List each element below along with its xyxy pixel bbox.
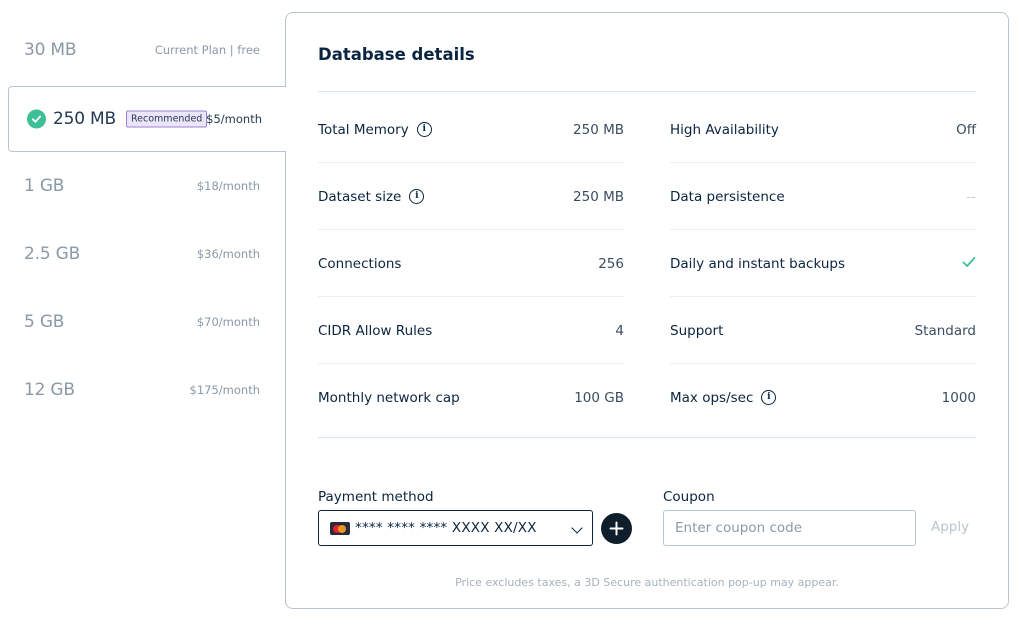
detail-label: Total Memory i: [318, 122, 432, 138]
recommended-badge: Recommended: [126, 110, 208, 128]
apply-coupon-button[interactable]: Apply: [931, 519, 969, 535]
detail-value: --: [966, 188, 976, 205]
plan-option-30mb[interactable]: 30 MB Current Plan | free: [8, 17, 286, 83]
coupon-label: Coupon: [663, 489, 715, 505]
panel-title: Database details: [318, 45, 475, 64]
detail-value: 100 GB: [574, 389, 624, 406]
detail-label: Daily and instant backups: [670, 256, 845, 272]
detail-row-dataset-size: Dataset size i 250 MB: [318, 163, 624, 230]
detail-value: Off: [956, 121, 976, 138]
detail-label-text: Total Memory: [318, 121, 409, 138]
detail-row-high-availability: High Availability Off: [670, 96, 976, 163]
detail-label-text: Monthly network cap: [318, 389, 460, 406]
detail-value: 1000: [941, 389, 976, 406]
info-icon[interactable]: i: [409, 189, 425, 204]
detail-value: 4: [615, 322, 624, 339]
add-payment-method-button[interactable]: [601, 513, 632, 544]
plus-icon: [609, 521, 624, 536]
plan-option-1gb[interactable]: 1 GB $18/month: [8, 153, 286, 219]
checkmark-icon: [962, 256, 976, 272]
detail-label: Dataset size i: [318, 188, 425, 205]
info-icon[interactable]: i: [416, 122, 432, 137]
divider: [318, 91, 976, 92]
detail-label-text: Dataset size: [318, 188, 402, 205]
chevron-down-icon: [571, 522, 583, 534]
detail-label-text: Daily and instant backups: [670, 255, 846, 272]
detail-row-max-ops: Max ops/sec i 1000: [670, 364, 976, 431]
detail-row-network-cap: Monthly network cap 100 GB: [318, 364, 624, 431]
info-icon[interactable]: i: [761, 390, 777, 405]
detail-label: Data persistence: [670, 189, 785, 205]
plan-price: $18/month: [196, 179, 260, 193]
check-circle-icon: [27, 109, 46, 129]
detail-value: 250 MB: [573, 121, 624, 138]
detail-label-text: Max ops/sec: [670, 389, 754, 406]
detail-label: Connections: [318, 256, 401, 272]
detail-label: Max ops/sec i: [670, 389, 777, 406]
plan-price: Current Plan | free: [154, 43, 260, 57]
credit-card-icon: [330, 522, 350, 535]
plan-size: 5 GB: [24, 312, 65, 332]
detail-label: Support: [670, 323, 723, 339]
detail-label-text: Connections: [318, 255, 402, 272]
coupon-input[interactable]: [663, 510, 916, 546]
detail-row-total-memory: Total Memory i 250 MB: [318, 96, 624, 163]
plan-price: $5/month: [206, 112, 262, 126]
payment-method-value: **** **** **** XXXX XX/XX: [355, 520, 537, 536]
plan-price: $36/month: [196, 247, 260, 261]
plan-option-12gb[interactable]: 12 GB $175/month: [8, 357, 286, 423]
detail-label-text: Support: [670, 322, 724, 339]
tax-note: Price excludes taxes, a 3D Secure authen…: [455, 576, 839, 589]
detail-row-backups: Daily and instant backups: [670, 230, 976, 297]
detail-row-connections: Connections 256: [318, 230, 624, 297]
detail-label: Monthly network cap: [318, 390, 460, 406]
payment-method-label: Payment method: [318, 489, 434, 505]
detail-value: 256: [598, 255, 624, 272]
detail-label-text: High Availability: [670, 121, 779, 138]
plan-option-2-5gb[interactable]: 2.5 GB $36/month: [8, 221, 286, 287]
detail-row-cidr: CIDR Allow Rules 4: [318, 297, 624, 364]
divider: [318, 437, 976, 438]
plan-size: 30 MB: [24, 40, 77, 60]
plan-size: 2.5 GB: [24, 244, 81, 264]
plan-size: 12 GB: [24, 380, 75, 400]
database-details-panel: Database details Total Memory i 250 MB D…: [285, 12, 1009, 609]
detail-label-text: Data persistence: [670, 188, 785, 205]
plan-size: 250 MB: [53, 109, 116, 129]
detail-label: CIDR Allow Rules: [318, 323, 432, 339]
detail-value: 250 MB: [573, 188, 624, 205]
plan-price: $70/month: [196, 315, 260, 329]
detail-row-data-persistence: Data persistence --: [670, 163, 976, 230]
plan-price: $175/month: [189, 383, 260, 397]
plan-option-250mb[interactable]: 250 MB Recommended $5/month: [8, 86, 286, 152]
plan-option-5gb[interactable]: 5 GB $70/month: [8, 289, 286, 355]
detail-value: Standard: [914, 322, 976, 339]
payment-method-select[interactable]: **** **** **** XXXX XX/XX: [318, 510, 593, 546]
detail-label: High Availability: [670, 122, 779, 138]
detail-label-text: CIDR Allow Rules: [318, 322, 433, 339]
detail-row-support: Support Standard: [670, 297, 976, 364]
plan-size: 1 GB: [24, 176, 65, 196]
